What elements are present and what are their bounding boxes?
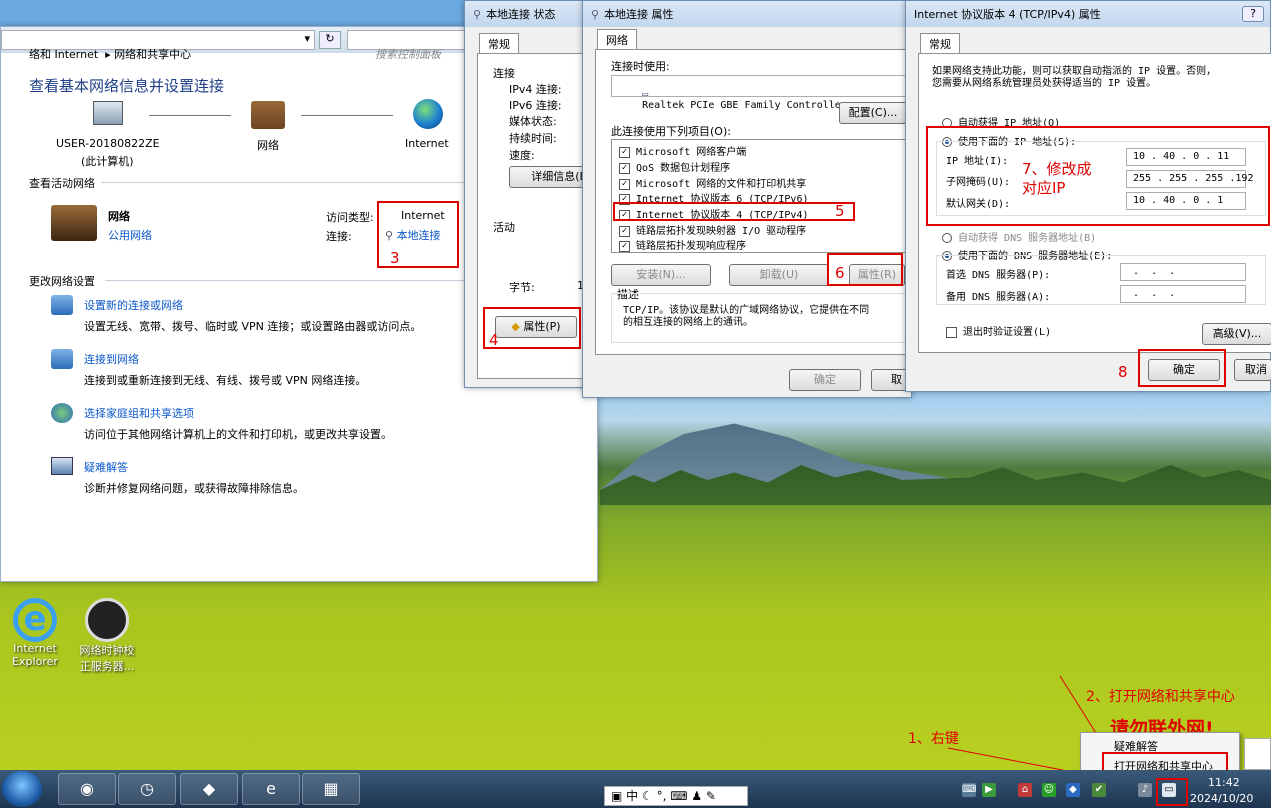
ime-bar[interactable]: ▣ 中 ☾ °, ⌨ ♟ ✎	[604, 786, 748, 806]
tray-speaker-icon[interactable]: ♪	[1138, 783, 1152, 797]
ime-tools-icon: ☾ °, ⌨ ♟ ✎	[642, 789, 716, 803]
start-button[interactable]	[2, 771, 42, 807]
taskbar-visual-studio-icon[interactable]: ◆	[180, 773, 238, 805]
clock-date[interactable]: 2024/10/20	[1190, 792, 1253, 805]
clock-time[interactable]: 11:42	[1208, 776, 1240, 789]
tray-flag-icon[interactable]: ▶	[982, 783, 996, 797]
taskbar-app-color-icon[interactable]: ◉	[58, 773, 116, 805]
tray-keyboard-icon[interactable]: ⌨	[962, 783, 976, 797]
annotation-arrows	[947, 675, 1157, 789]
tray-home-icon[interactable]: ⌂	[1018, 783, 1032, 797]
tray-shield-icon[interactable]: ✔	[1092, 783, 1106, 797]
taskbar: ◉ ◷ ◆ e ▦ ▣ 中 ☾ °, ⌨ ♟ ✎ 11:42 2024/10/2…	[0, 770, 1271, 808]
annotation-box-tray	[1156, 778, 1188, 806]
folder-icon[interactable]	[1244, 738, 1271, 770]
tray-chat-icon[interactable]: ☺	[1042, 783, 1056, 797]
taskbar-ie-icon[interactable]: e	[242, 773, 300, 805]
ime-icon: ▣	[611, 789, 623, 803]
tray-vs-icon[interactable]: ◆	[1066, 783, 1080, 797]
taskbar-clock-icon[interactable]: ◷	[118, 773, 176, 805]
taskbar-control-panel-icon[interactable]: ▦	[302, 773, 360, 805]
